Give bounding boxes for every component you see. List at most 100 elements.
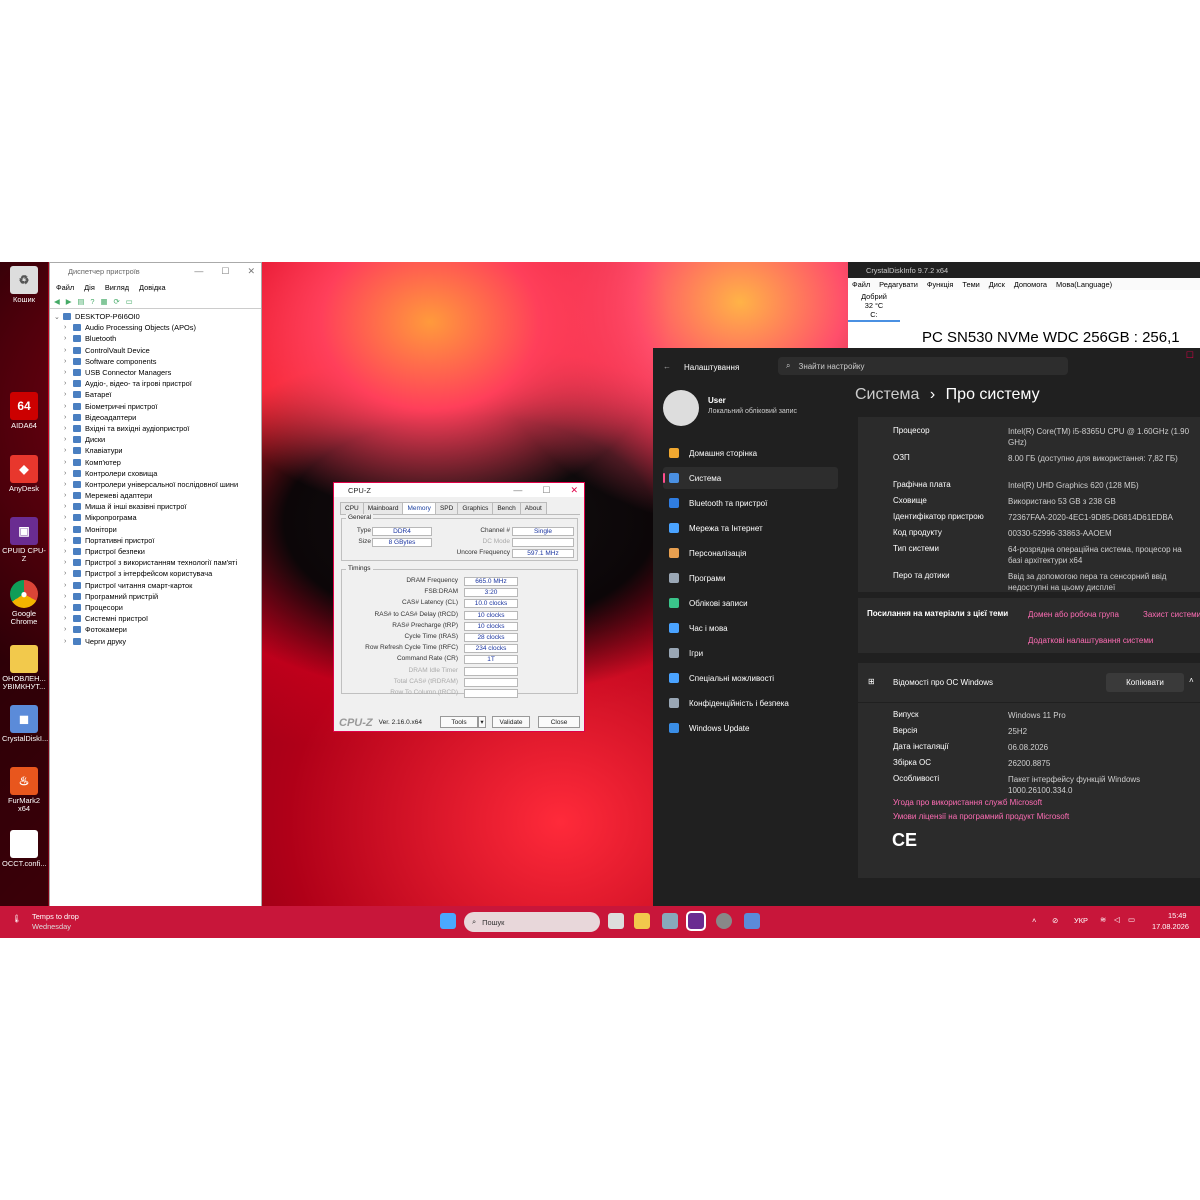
tab-graphics[interactable]: Graphics [457,502,494,514]
chevron-up-icon[interactable]: ˄ [1032,916,1036,925]
tree-item[interactable]: › Клавіатури [54,445,261,456]
chevron-right-icon[interactable]: › [64,447,73,454]
help-icon[interactable]: ? [90,297,94,306]
task-view-icon[interactable] [608,913,624,929]
tree-item[interactable]: › ControlVault Device [54,345,261,356]
nav-item[interactable]: Домашня сторінка [663,442,838,464]
tree-item[interactable]: › Портативні пристрої [54,535,261,546]
chevron-right-icon[interactable]: › [64,347,73,354]
tab-mainboard[interactable]: Mainboard [362,502,404,514]
nav-item[interactable]: Конфіденційність і безпека [663,692,838,714]
chevron-right-icon[interactable]: › [64,358,73,365]
tree-item[interactable]: › Монітори [54,524,261,535]
tree-item[interactable]: › Системні пристрої [54,613,261,624]
tree-item[interactable]: › Пристрої з інтерфейсом користувача [54,568,261,579]
tree-item[interactable]: › Фотокамери [54,624,261,635]
crystaldisk-shortcut[interactable]: ◼ CrystalDiskI... [2,705,48,743]
tree-item[interactable]: › Відеоадаптери [54,412,261,423]
tree-item[interactable]: › Audio Processing Objects (APOs) [54,322,261,333]
menu-help[interactable]: Довідка [139,283,166,292]
drive-health[interactable]: Добрий 32 °C C: [848,292,900,322]
aida64-shortcut[interactable]: 64 AIDA64 [2,392,46,430]
update-driver-icon[interactable]: ▦ [100,297,107,306]
clock-date[interactable]: 17.08.2026 [1152,922,1189,931]
chevron-right-icon[interactable]: › [64,559,73,566]
license-terms-link[interactable]: Умови ліцензії на програмний продукт Mic… [893,812,1069,821]
nav-item[interactable]: Програми [663,567,838,589]
close-button[interactable]: Close [538,716,580,728]
close-icon[interactable]: ✕ [247,266,255,277]
back-icon[interactable]: ◀ [54,297,60,306]
back-icon[interactable]: ← [663,362,671,371]
menu-view[interactable]: Вигляд [105,283,129,292]
properties-icon[interactable]: ▤ [77,297,84,306]
scan-icon[interactable]: ⟳ [113,297,119,306]
nav-item[interactable]: Час і мова [663,617,838,639]
tree-item[interactable]: › Миша й інші вказівні пристрої [54,501,261,512]
chevron-right-icon[interactable]: › [64,570,73,577]
tree-item[interactable]: › Біометричні пристрої [54,401,261,412]
tree-root[interactable]: ⌄ DESKTOP-P6I6OI0 [54,311,261,322]
tree-item[interactable]: › Пристрої безпеки [54,546,261,557]
tree-item[interactable]: › Процесори [54,602,261,613]
system-protection-link[interactable]: Захист системи [1143,610,1200,619]
settings-taskbar-icon[interactable] [716,913,732,929]
menu-action[interactable]: Дія [84,283,95,292]
validate-button[interactable]: Validate [492,716,530,728]
tree-item[interactable]: › Bluetooth [54,333,261,344]
tree-item[interactable]: › Мікропрограма [54,512,261,523]
tab-memory[interactable]: Memory [402,502,436,514]
chevron-right-icon[interactable]: › [64,492,73,499]
chevron-right-icon[interactable]: › [64,503,73,510]
menu-item[interactable]: Файл [852,280,870,289]
device-manager-taskbar-icon[interactable] [662,913,678,929]
cpuz-taskbar-icon[interactable] [686,911,706,931]
chevron-right-icon[interactable]: › [64,526,73,533]
tree-item[interactable]: › Мережеві адаптери [54,490,261,501]
chevron-right-icon[interactable]: › [64,403,73,410]
close-icon[interactable]: ✕ [570,485,578,496]
occt-config-shortcut[interactable]: OCCT.confi... [2,830,47,868]
tab-cpu[interactable]: CPU [340,502,364,514]
furmark-shortcut[interactable]: ♨ FurMark2 x64 [2,767,46,813]
services-agreement-link[interactable]: Угода про використання служб Microsoft [893,798,1042,807]
menu-file[interactable]: Файл [56,283,74,292]
anydesk-shortcut[interactable]: ◆ AnyDesk [2,455,46,493]
tree-item[interactable]: › Пристрої з використанням технології пам… [54,557,261,568]
nav-item[interactable]: Ігри [663,642,838,664]
chevron-right-icon[interactable]: › [64,481,73,488]
chevron-right-icon[interactable]: › [64,548,73,555]
nav-item[interactable]: Облікові записи [663,592,838,614]
chevron-right-icon[interactable]: › [64,638,73,645]
menu-item[interactable]: Допомога [1014,280,1047,289]
domain-link[interactable]: Домен або робоча група [1028,610,1119,619]
chevron-right-icon[interactable]: › [64,604,73,611]
chevron-right-icon[interactable]: › [64,414,73,421]
language-indicator[interactable]: УКР [1074,916,1088,925]
recycle-bin-shortcut[interactable]: ♻ Кошик [2,266,46,304]
tab-spd[interactable]: SPD [434,502,459,514]
file-explorer-icon[interactable] [634,913,650,929]
avatar[interactable] [663,390,699,426]
minimize-icon[interactable]: — [513,485,522,496]
tree-item[interactable]: › Пристрої читання смарт-карток [54,580,261,591]
chevron-right-icon[interactable]: › [64,615,73,622]
tree-item[interactable]: › Software components [54,356,261,367]
tree-item[interactable]: › USB Connector Managers [54,367,261,378]
crystaldisk-taskbar-icon[interactable] [744,913,760,929]
battery-icon[interactable]: ▭ [1128,915,1135,924]
forward-icon[interactable]: ▶ [66,297,72,306]
advanced-settings-link[interactable]: Додаткові налаштування системи [1028,636,1153,645]
tools-button[interactable]: Tools [440,716,478,728]
chevron-right-icon[interactable]: › [64,470,73,477]
chevron-right-icon[interactable]: › [64,537,73,544]
chevron-right-icon[interactable]: › [64,459,73,466]
breadcrumb-system[interactable]: Система [855,386,919,403]
tree-item[interactable]: › Диски [54,434,261,445]
chevron-right-icon[interactable]: › [64,593,73,600]
monitor-icon[interactable]: ▭ [126,297,133,306]
menu-item[interactable]: Редагувати [879,280,918,289]
clock-time[interactable]: 15:49 [1168,911,1187,920]
wifi-icon[interactable]: ≋ [1100,915,1106,924]
menu-item[interactable]: Диск [989,280,1005,289]
